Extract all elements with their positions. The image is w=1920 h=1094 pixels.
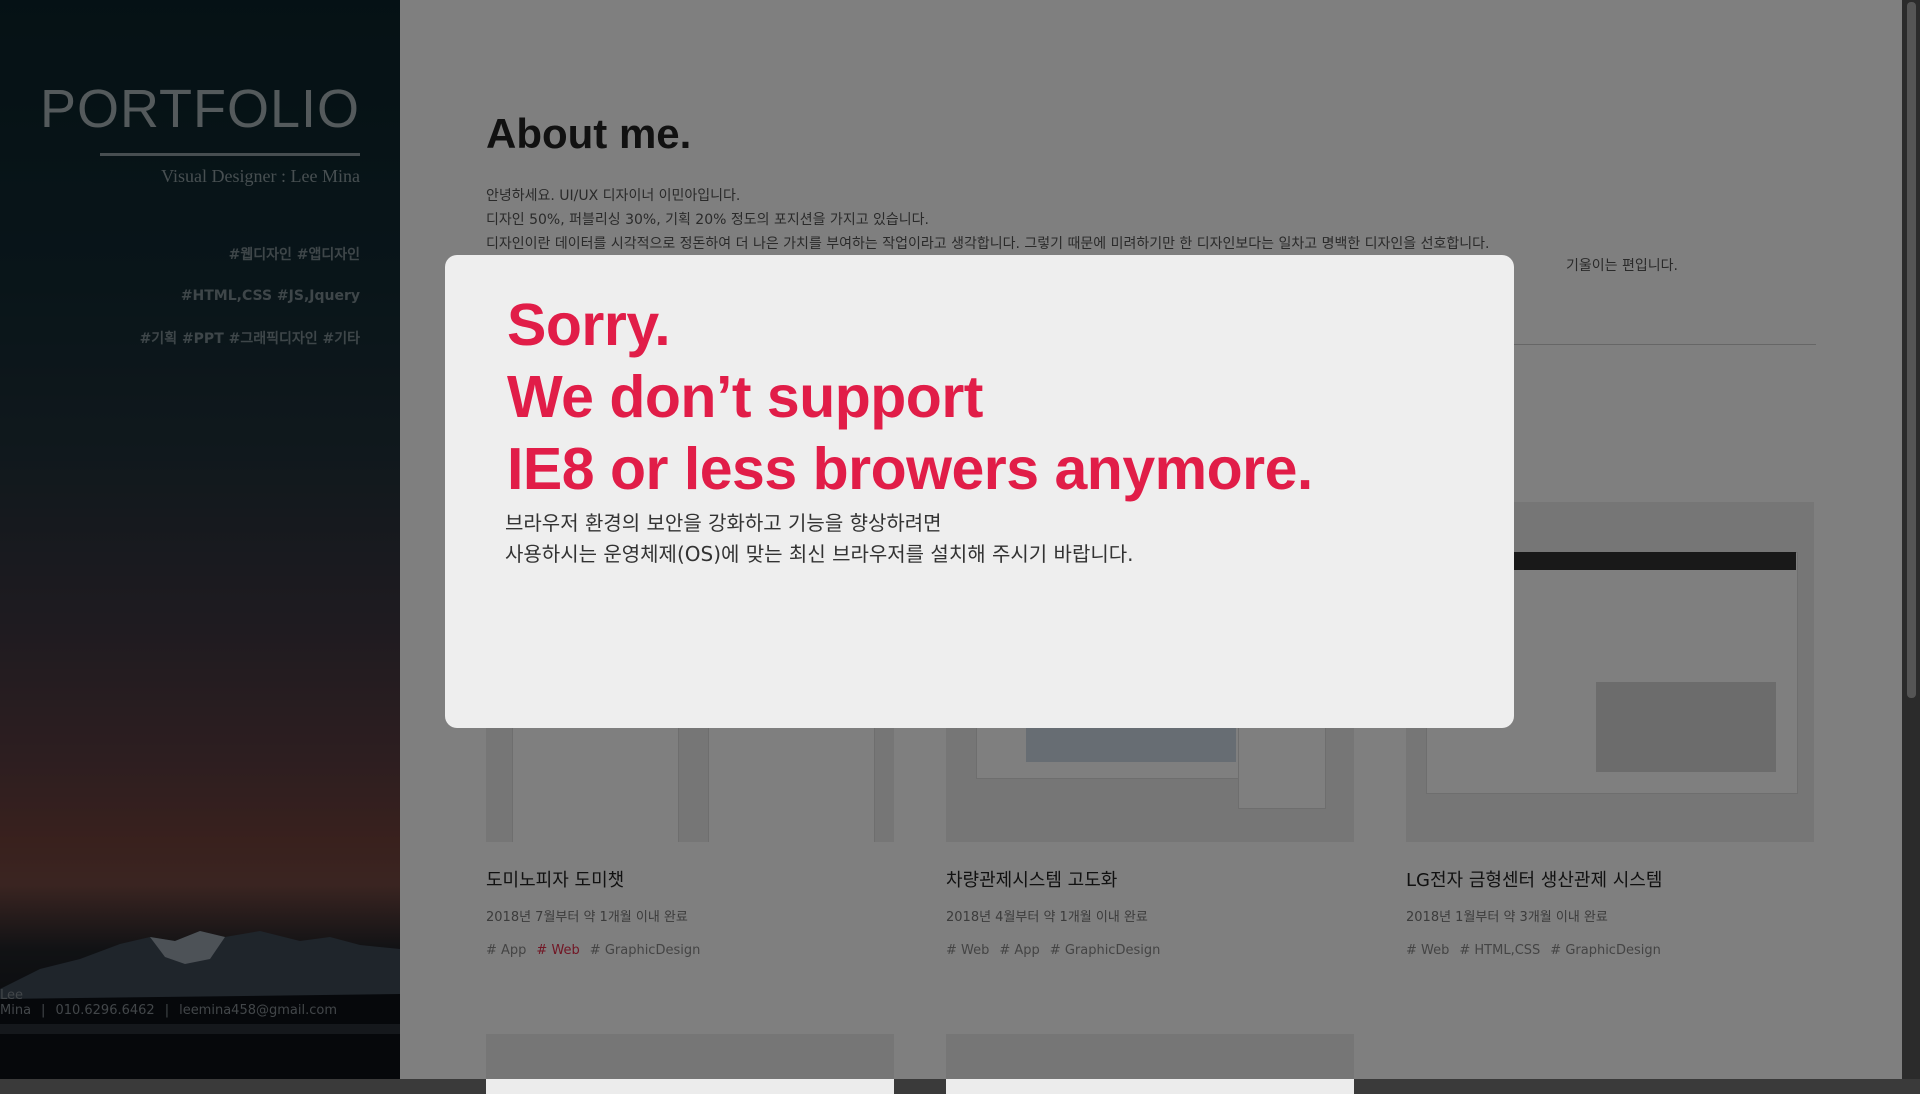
modal-heading: Sorry. We don’t support IE8 or less brow…	[507, 289, 1313, 505]
modal-heading-line: We don’t support	[507, 364, 983, 430]
modal-message-line: 사용하시는 운영체제(OS)에 맞는 최신 브라우저를 설치해 주시기 바랍니다…	[505, 542, 1134, 566]
scrollbar-thumb[interactable]	[1907, 2, 1916, 698]
modal-message: 브라우저 환경의 보안을 강화하고 기능을 향상하려면 사용하시는 운영체제(O…	[505, 508, 1134, 570]
modal-message-line: 브라우저 환경의 보안을 강화하고 기능을 향상하려면	[505, 511, 942, 535]
modal-heading-line: IE8 or less browers anymore.	[507, 436, 1313, 502]
browser-warning-modal: Sorry. We don’t support IE8 or less brow…	[445, 255, 1514, 728]
modal-heading-line: Sorry.	[507, 292, 671, 358]
